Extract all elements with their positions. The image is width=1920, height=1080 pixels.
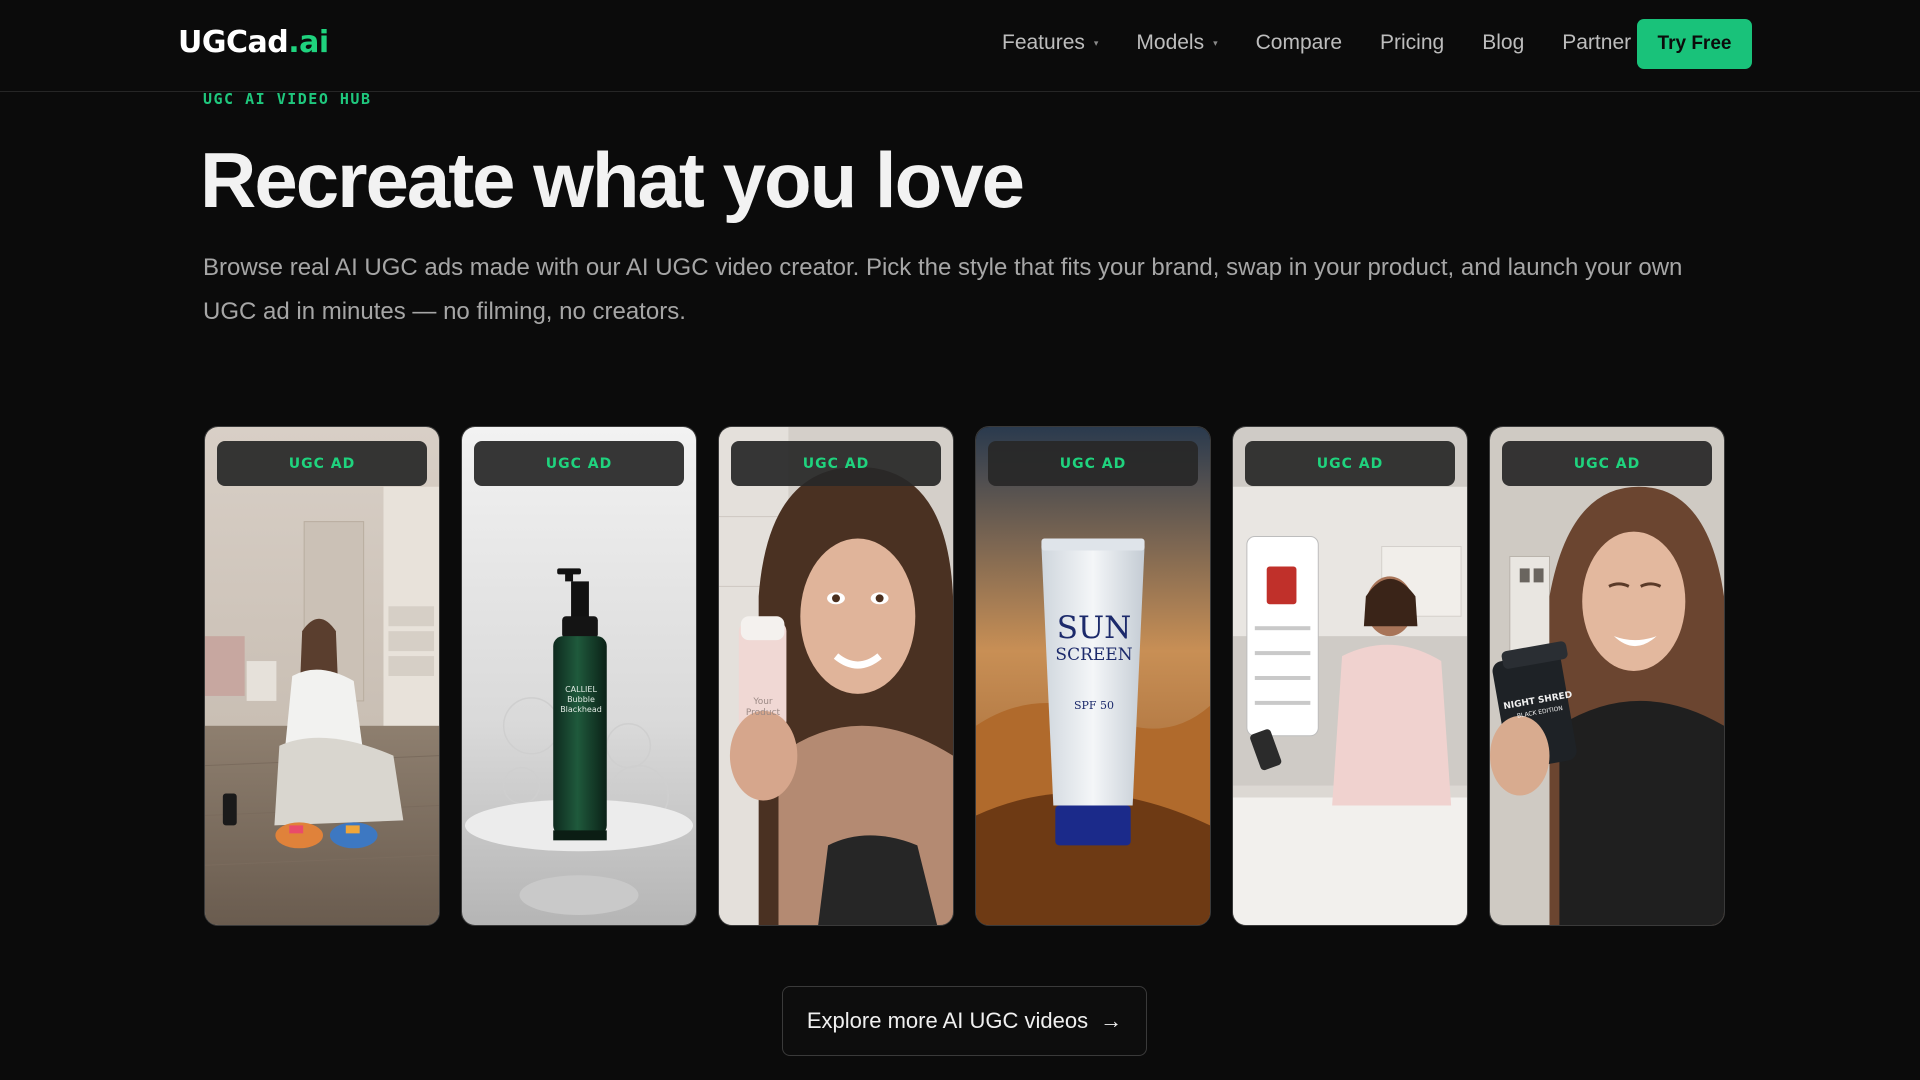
ugc-ad-badge: UGC AD [988,441,1198,486]
ugc-ad-badge: UGC AD [217,441,427,486]
supplement-thumbnail [1490,427,1724,925]
chevron-down-icon: ▾ [1093,37,1099,48]
video-card-cleanser[interactable]: CALLIEL Bubble Blackhead UGC AD [461,426,697,926]
explore-label: Explore more AI UGC videos [806,1008,1089,1033]
main-nav: Features ▾ Models ▾ Compare Pricing Blog… [1002,26,1669,60]
product-label-line: Bubble [567,695,595,704]
nav-item-models[interactable]: Models ▾ [1136,31,1217,55]
hero-description: Browse real AI UGC ads made with our AI … [203,254,1683,325]
nav-item-partner[interactable]: Partner [1562,31,1631,55]
nav-label: Blog [1482,31,1525,54]
product-label: SCREEN [1055,645,1133,665]
arrow-right-icon: → [1100,1008,1123,1033]
product-label-line: Product [745,708,781,718]
video-card-supplement[interactable]: NIGHT SHRED BLACK EDITION UGC AD [1489,426,1725,926]
nav-label: Partner [1562,31,1632,54]
product-label-spf: SPF 50 [1073,699,1115,712]
page-title: Recreate what you love [200,136,1025,224]
ugc-ad-badge: UGC AD [731,441,941,486]
explore-more-button[interactable]: Explore more AI UGC videos → [782,986,1147,1056]
kitchen-thumbnail [1233,427,1467,925]
product-label-big: SUN [1056,610,1132,646]
chevron-down-icon: ▾ [1213,37,1218,48]
site-header: UGCad .ai Features ▾ Models ▾ Compare Pri… [0,0,1920,92]
ugc-ad-badge: UGC AD [474,441,684,486]
video-card-sneakers[interactable]: UGC AD [204,426,440,926]
ugc-ad-badge: UGC AD [1245,441,1455,486]
logo-accent-text: .ai [288,24,329,60]
nav-item-features[interactable]: Features ▾ [1002,31,1098,55]
nav-label: Models [1136,31,1205,54]
nav-item-pricing[interactable]: Pricing [1380,31,1444,55]
product-label-line: Your [753,697,773,707]
product-label: CALLIEL Bubble Blackhead [558,685,604,715]
ugc-ad-badge: UGC AD [1502,441,1712,486]
try-free-button[interactable]: Try Free [1637,19,1752,69]
section-eyebrow: UGC AI VIDEO HUB [203,90,372,108]
product-label-line: Blackhead [560,705,602,714]
nav-label: Pricing [1380,31,1445,54]
sunscreen-thumbnail [976,427,1210,925]
product-label: Your Product [739,697,787,719]
video-card-kitchen[interactable]: UGC AD [1232,426,1468,926]
nav-item-blog[interactable]: Blog [1482,31,1524,55]
nav-label: Features [1002,31,1085,54]
logo-main-text: UGCad [178,24,289,60]
product-hold-thumbnail [719,427,953,925]
sneakers-thumbnail [205,427,439,925]
video-card-sunscreen[interactable]: SUN SCREEN SPF 50 UGC AD [975,426,1211,926]
nav-item-compare[interactable]: Compare [1256,31,1342,55]
video-card-row: UGC AD CALLIEL Bubble Blackhead UGC AD Y… [204,426,1726,926]
nav-label: Compare [1255,31,1343,54]
logo[interactable]: UGCad .ai [178,22,329,62]
cleanser-thumbnail [462,427,696,925]
video-card-product-hold[interactable]: Your Product UGC AD [718,426,954,926]
product-label-line: CALLIEL [565,685,597,694]
